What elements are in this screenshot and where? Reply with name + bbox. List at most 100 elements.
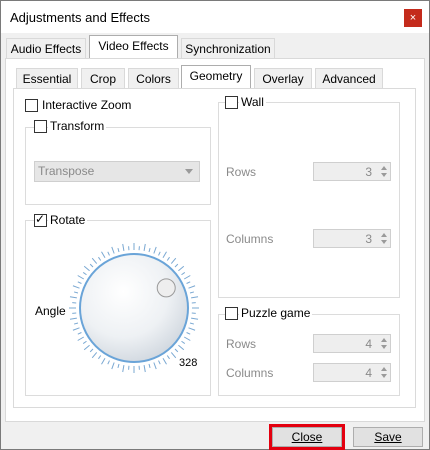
dial-tick	[183, 336, 191, 341]
dial-tick	[98, 256, 102, 261]
spin-up-icon[interactable]	[381, 233, 387, 237]
dial-tick	[178, 265, 185, 272]
angle-label: Angle	[33, 304, 68, 318]
save-button-label: Save	[374, 430, 402, 444]
dial-tick	[188, 285, 196, 289]
tab-crop[interactable]: Crop	[81, 68, 125, 90]
transform-select[interactable]: Transpose	[34, 161, 200, 182]
dial-tick	[153, 246, 157, 254]
puzzle-game-group	[218, 314, 400, 396]
tab-geometry[interactable]: Geometry	[181, 65, 251, 89]
puzzle-rows-spinbox[interactable]: 4	[313, 334, 391, 353]
dial-tick	[91, 352, 98, 359]
transform-checkbox[interactable]	[34, 120, 47, 133]
spin-down-icon[interactable]	[381, 173, 387, 177]
dial-tick	[69, 296, 77, 299]
dial-grip-handle[interactable]	[156, 278, 176, 298]
dial-tick	[191, 296, 199, 299]
dial-tick	[73, 291, 79, 294]
tab-essential[interactable]: Essential	[16, 68, 78, 90]
rotate-checkbox[interactable]	[34, 212, 47, 227]
wall-label: Wall	[239, 95, 266, 109]
dial-tick	[83, 344, 90, 351]
dial-tick	[158, 251, 161, 256]
dial-tick	[122, 365, 125, 373]
spin-down-icon[interactable]	[381, 374, 387, 378]
dial-tick	[107, 251, 110, 256]
dial-tick	[101, 251, 106, 259]
dial-tick	[181, 272, 186, 276]
dial-tick	[82, 340, 87, 344]
dial-tick	[77, 281, 82, 284]
dial-tick	[117, 247, 120, 253]
wall-columns-value: 3	[365, 232, 372, 246]
dial-tick	[174, 348, 179, 353]
dial-tick	[166, 256, 170, 261]
dial-tick	[89, 348, 94, 353]
puzzle-game-checkbox[interactable]	[225, 307, 238, 320]
spin-up-icon[interactable]	[381, 166, 387, 170]
dial-tick	[73, 322, 79, 325]
chevron-down-icon	[185, 169, 193, 174]
tab-advanced[interactable]: Advanced	[315, 68, 383, 90]
dial-tick	[148, 363, 151, 369]
dial-tick	[77, 332, 82, 335]
tab-audio-effects[interactable]: Audio Effects	[6, 38, 86, 60]
wall-columns-label: Columns	[226, 232, 274, 246]
dial-tick	[183, 275, 191, 280]
puzzle-columns-spinbox[interactable]: 4	[313, 363, 391, 382]
save-button[interactable]: Save	[353, 427, 423, 447]
dial-tick	[83, 265, 90, 272]
wall-group	[218, 102, 400, 298]
interactive-zoom-checkbox[interactable]	[25, 99, 38, 112]
window-title: Adjustments and Effects	[10, 10, 150, 25]
puzzle-rows-value: 4	[365, 337, 372, 351]
dial-tick	[191, 317, 199, 320]
dial-tick	[181, 340, 186, 344]
dial-tick	[158, 360, 161, 365]
wall-rows-spinbox[interactable]: 3	[313, 162, 391, 181]
wall-rows-value: 3	[365, 165, 372, 179]
window-close-icon[interactable]: ×	[404, 9, 422, 27]
angle-value: 328	[179, 357, 198, 369]
dial-tick	[189, 322, 195, 325]
title-bar: Adjustments and Effects ×	[1, 1, 429, 33]
dial-tick	[174, 263, 179, 268]
tab-colors[interactable]: Colors	[128, 68, 179, 90]
dial-knob[interactable]	[79, 253, 189, 363]
puzzle-columns-value: 4	[365, 366, 372, 380]
dial-tick	[122, 243, 125, 251]
dial-tick	[69, 317, 77, 320]
dial-tick	[77, 275, 85, 280]
close-button-highlight	[269, 424, 345, 450]
spin-up-icon[interactable]	[381, 367, 387, 371]
wall-columns-spinbox[interactable]: 3	[313, 229, 391, 248]
spin-down-icon[interactable]	[381, 345, 387, 349]
dial-tick	[162, 251, 167, 259]
puzzle-rows-label: Rows	[226, 337, 257, 351]
dial-tick	[186, 332, 191, 335]
transform-label: Transform	[48, 119, 107, 133]
dial-tick	[189, 291, 195, 294]
dial-tick	[117, 363, 120, 369]
dial-tick	[91, 257, 98, 264]
wall-checkbox[interactable]	[225, 96, 238, 109]
puzzle-game-label: Puzzle game	[239, 306, 313, 320]
dial-tick	[166, 355, 170, 360]
tab-video-effects[interactable]: Video Effects	[89, 35, 178, 59]
dial-tick	[170, 352, 177, 359]
dial-tick	[170, 257, 177, 264]
transform-select-value: Transpose	[38, 164, 95, 178]
tab-synchronization[interactable]: Synchronization	[181, 38, 275, 60]
spin-up-icon[interactable]	[381, 338, 387, 342]
dial-tick	[89, 263, 94, 268]
wall-rows-label: Rows	[226, 165, 257, 179]
dial-tick	[188, 327, 196, 331]
dial-tick	[162, 357, 167, 365]
dial-tick	[77, 336, 85, 341]
interactive-zoom-label: Interactive Zoom	[40, 98, 134, 112]
dial-tick	[111, 362, 115, 370]
spin-down-icon[interactable]	[381, 240, 387, 244]
dial-tick	[186, 281, 191, 284]
tab-overlay[interactable]: Overlay	[254, 68, 312, 90]
